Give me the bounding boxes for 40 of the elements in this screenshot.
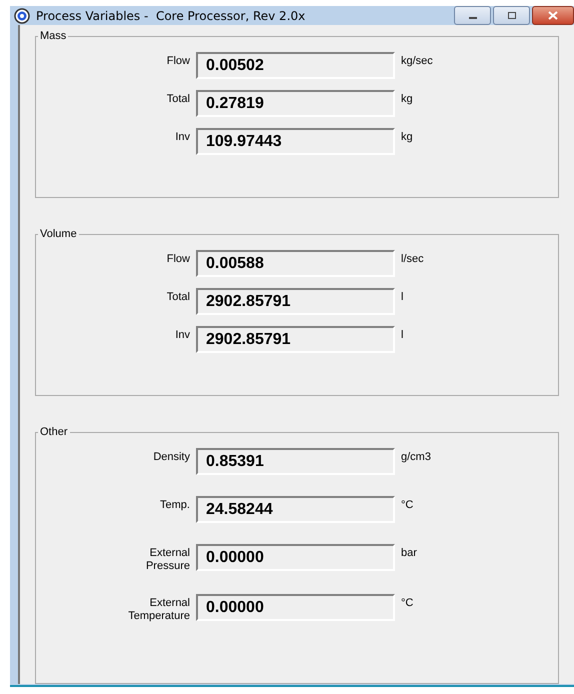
value-field: 0.00502 [196, 52, 395, 79]
close-button[interactable] [532, 6, 574, 25]
field-label: Temp. [159, 498, 190, 512]
value-field: 2902.85791 [196, 288, 395, 315]
app-icon [14, 8, 30, 24]
window-title: Process Variables - Core Processor, Rev 2.0x [36, 8, 306, 22]
unit-label: l [401, 290, 404, 303]
unit-label: g/cm3 [401, 450, 431, 463]
value-field: 2902.85791 [196, 326, 395, 353]
field-label: External Pressure [144, 546, 190, 573]
group-title: Other [39, 426, 69, 438]
value-field: 0.00000 [196, 544, 395, 571]
value-field: 0.00000 [196, 594, 395, 621]
field-label: Total [166, 290, 190, 304]
group-title: Volume [39, 228, 78, 240]
unit-label: l/sec [401, 252, 424, 265]
unit-label: °C [401, 498, 414, 511]
field-label: Flow [166, 252, 190, 266]
unit-label: kg/sec [401, 54, 433, 67]
field-label: Flow [166, 54, 190, 68]
value-field: 0.27819 [196, 90, 395, 117]
field-label: Inv [174, 130, 190, 144]
value-field: 0.00588 [196, 250, 395, 277]
unit-label: l [401, 328, 404, 341]
field-label: Total [166, 92, 190, 106]
close-icon [548, 11, 558, 20]
group-title: Mass [39, 30, 68, 42]
unit-label: kg [401, 92, 413, 105]
unit-label: bar [401, 546, 417, 559]
maximize-icon [506, 12, 516, 20]
field-label: External Temperature [127, 596, 190, 623]
unit-label: kg [401, 130, 413, 143]
minimize-button[interactable] [454, 6, 491, 25]
field-label: Inv [174, 328, 190, 342]
value-field: 24.58244 [196, 496, 395, 523]
unit-label: °C [401, 596, 414, 609]
field-label: Density [152, 450, 190, 464]
maximize-button[interactable] [493, 6, 530, 25]
value-field: 109.97443 [196, 128, 395, 155]
value-field: 0.85391 [196, 448, 395, 475]
